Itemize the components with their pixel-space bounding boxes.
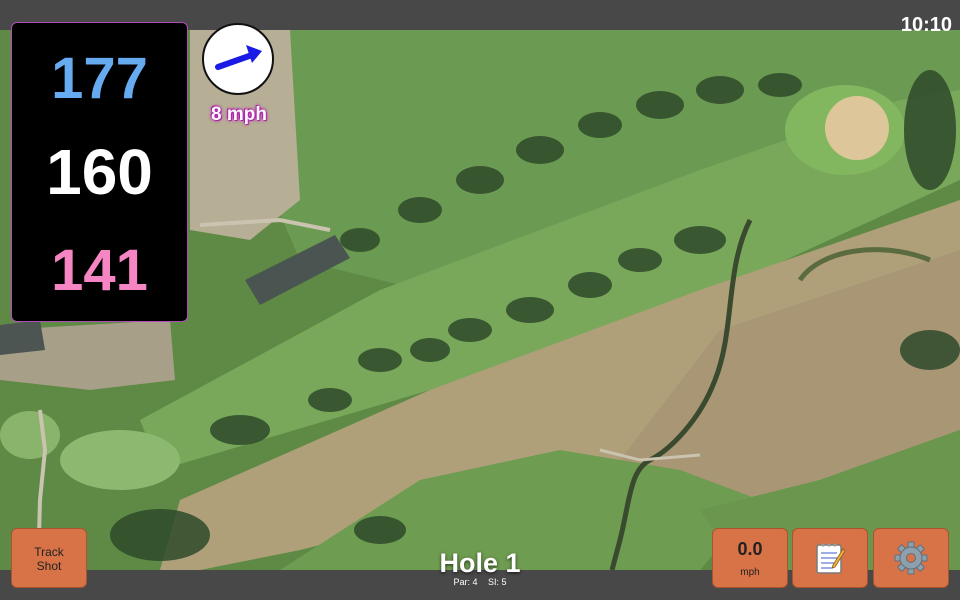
speed-unit: mph bbox=[740, 567, 760, 578]
speed-value: 0.0 bbox=[737, 539, 763, 559]
distance-front: 141 bbox=[51, 238, 148, 303]
speed-button[interactable]: 0.0 mph bbox=[712, 528, 788, 588]
track-shot-button[interactable]: Track Shot bbox=[11, 528, 87, 588]
hole-title: Hole 1 bbox=[439, 548, 521, 578]
wind-indicator bbox=[202, 23, 274, 95]
hole-info: Par: 4 SI: 5 bbox=[380, 577, 580, 587]
notepad-icon bbox=[816, 543, 845, 574]
hole-par: Par: 4 bbox=[453, 577, 478, 587]
hole-stroke-index: SI: 5 bbox=[488, 577, 507, 587]
gear-icon bbox=[894, 541, 928, 575]
settings-button[interactable] bbox=[873, 528, 949, 588]
track-shot-label-line1: Track bbox=[34, 545, 64, 559]
distance-back: 177 bbox=[51, 46, 148, 111]
arrow-right-icon bbox=[215, 45, 262, 70]
track-shot-label-line2: Shot bbox=[36, 559, 62, 573]
status-time: 10:10 bbox=[900, 14, 952, 36]
distance-panel: 177 160 141 bbox=[11, 22, 188, 322]
notes-button[interactable] bbox=[792, 528, 868, 588]
wind-speed-label: 8 mph bbox=[211, 104, 267, 125]
distance-middle: 160 bbox=[46, 136, 153, 208]
